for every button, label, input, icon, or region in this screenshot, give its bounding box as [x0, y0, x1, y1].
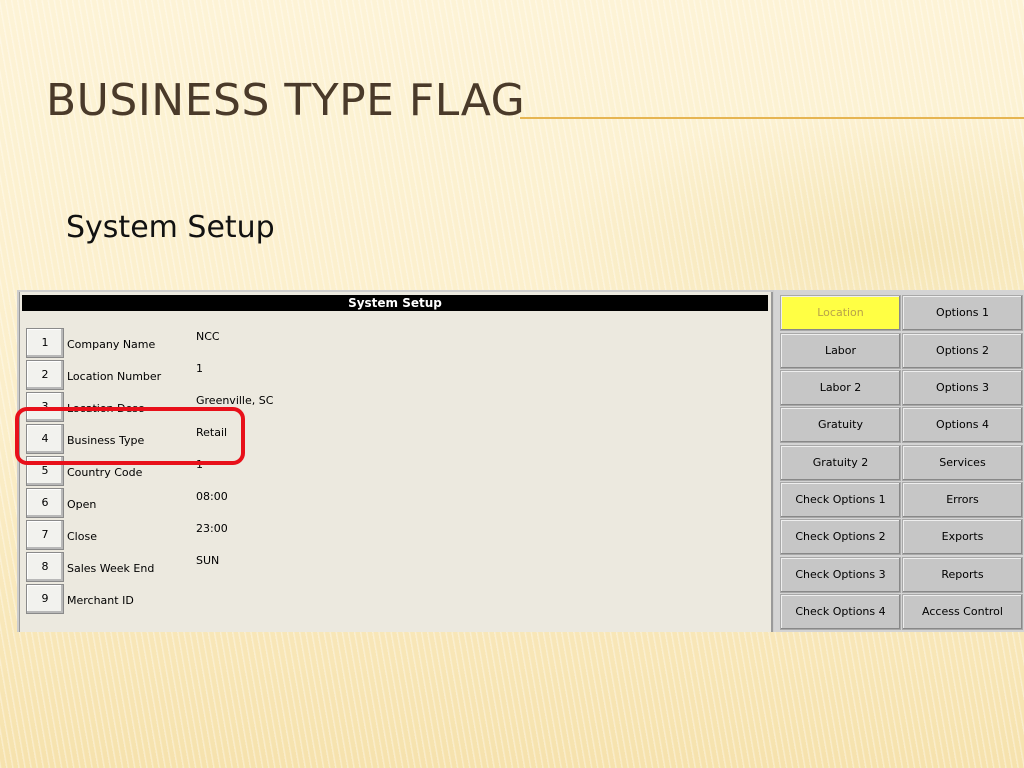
nav-button-access-control[interactable]: Access Control: [902, 594, 1023, 630]
nav-button-labor-2[interactable]: Labor 2: [780, 370, 901, 406]
nav-button-options-1[interactable]: Options 1: [902, 295, 1023, 331]
field-row-sales-week-end: 8 Sales Week End SUN: [26, 552, 766, 582]
slide-subtitle: System Setup: [66, 210, 275, 245]
nav-button-exports[interactable]: Exports: [902, 519, 1023, 555]
field-value: SUN: [196, 554, 220, 567]
field-label: Open: [67, 498, 97, 511]
field-value: 23:00: [196, 522, 228, 535]
nav-button-labor[interactable]: Labor: [780, 333, 901, 369]
field-number-button[interactable]: 2: [26, 360, 64, 390]
nav-button-check-options-4[interactable]: Check Options 4: [780, 594, 901, 630]
field-row-location-number: 2 Location Number 1: [26, 360, 766, 390]
title-rule: [520, 117, 1024, 119]
nav-button-options-2[interactable]: Options 2: [902, 333, 1023, 369]
field-number-button[interactable]: 1: [26, 328, 64, 358]
nav-button-check-options-3[interactable]: Check Options 3: [780, 557, 901, 593]
setup-nav-panel: Location Labor Labor 2 Gratuity Gratuity…: [774, 290, 1024, 632]
field-number-button[interactable]: 8: [26, 552, 64, 582]
slide-title: BUSINESS TYPE FLAG: [46, 75, 526, 126]
field-label: Country Code: [67, 466, 143, 479]
nav-button-check-options-1[interactable]: Check Options 1: [780, 482, 901, 518]
field-number-button[interactable]: 7: [26, 520, 64, 550]
field-row-open: 6 Open 08:00: [26, 488, 766, 518]
field-label: Company Name: [67, 338, 156, 351]
field-label: Location Number: [67, 370, 162, 383]
field-label: Sales Week End: [67, 562, 155, 575]
field-row-close: 7 Close 23:00: [26, 520, 766, 550]
nav-button-services[interactable]: Services: [902, 445, 1023, 481]
field-row-company-name: 1 Company Name NCC: [26, 328, 766, 358]
field-label: Close: [67, 530, 97, 543]
field-number-button[interactable]: 9: [26, 584, 64, 614]
field-number-button[interactable]: 6: [26, 488, 64, 518]
field-value: Greenville, SC: [196, 394, 274, 407]
panel-header: System Setup: [22, 295, 768, 311]
nav-button-gratuity-2[interactable]: Gratuity 2: [780, 445, 901, 481]
field-value: 08:00: [196, 490, 228, 503]
nav-button-reports[interactable]: Reports: [902, 557, 1023, 593]
field-value: NCC: [196, 330, 220, 343]
nav-button-options-3[interactable]: Options 3: [902, 370, 1023, 406]
nav-button-errors[interactable]: Errors: [902, 482, 1023, 518]
nav-button-location[interactable]: Location: [780, 295, 901, 331]
nav-button-check-options-2[interactable]: Check Options 2: [780, 519, 901, 555]
field-row-merchant-id: 9 Merchant ID: [26, 584, 766, 614]
highlight-ring: [15, 407, 245, 465]
field-label: Merchant ID: [67, 594, 134, 607]
nav-button-options-4[interactable]: Options 4: [902, 407, 1023, 443]
field-value: 1: [196, 362, 203, 375]
nav-button-gratuity[interactable]: Gratuity: [780, 407, 901, 443]
